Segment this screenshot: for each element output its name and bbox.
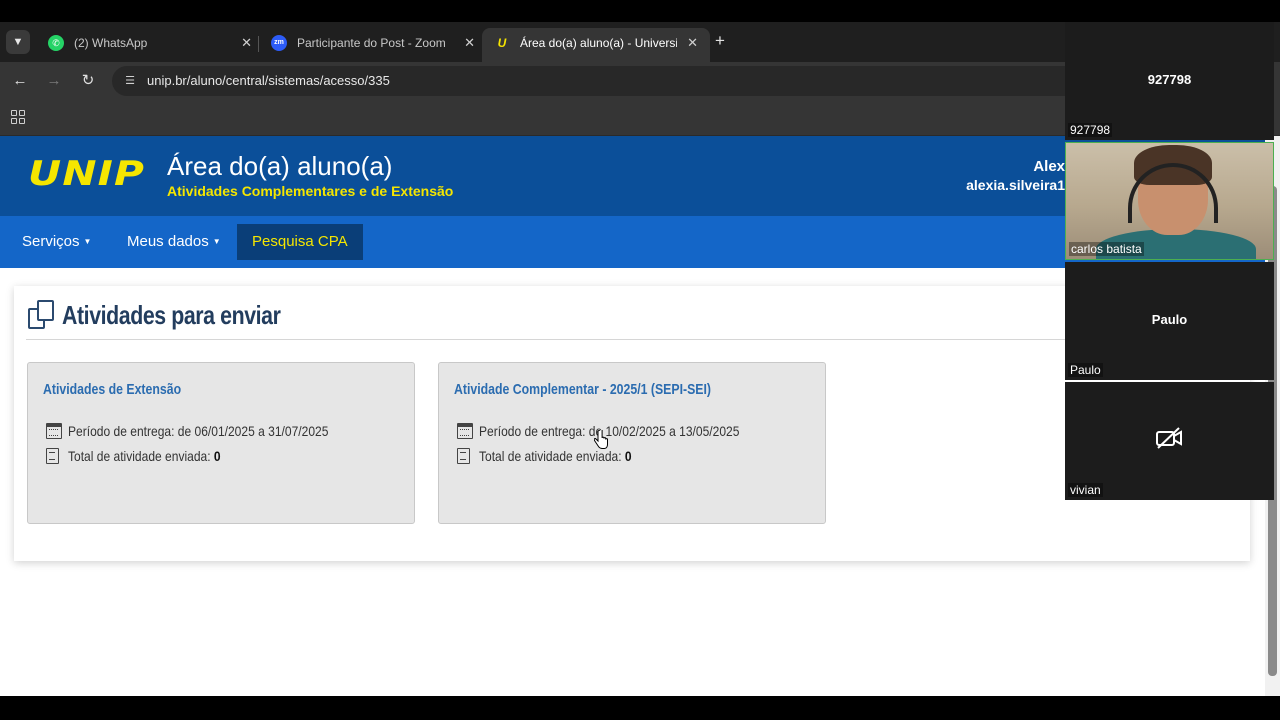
participant-center-label: Paulo <box>1151 312 1188 327</box>
reload-icon[interactable]: ↻ <box>77 70 99 92</box>
total-sent: Total de atividade enviada: 0 <box>46 448 221 466</box>
calendar-icon <box>457 423 473 439</box>
delivery-period: Período de entrega: de 06/01/2025 a 31/0… <box>46 423 328 441</box>
tab-title: Participante do Post - Zoom <box>297 36 446 50</box>
zoom-participant-tile[interactable]: Paulo Paulo <box>1065 262 1274 380</box>
tab-search-chevron-icon[interactable]: ▼ <box>6 30 30 54</box>
total-value: 0 <box>624 448 632 464</box>
nav-label: Meus dados <box>127 233 209 250</box>
activity-card-complementar[interactable]: Atividade Complementar - 2025/1 (SEPI-SE… <box>438 362 826 524</box>
calendar-icon <box>46 423 62 439</box>
page-subtitle: Atividades Complementares e de Extensão <box>167 183 454 199</box>
new-tab-plus-icon[interactable]: + <box>710 30 730 54</box>
tab-whatsapp[interactable]: ✆ (2) WhatsApp ✕ <box>36 28 264 62</box>
document-icon <box>457 448 470 464</box>
unip-logo[interactable]: UNIP <box>28 154 145 194</box>
close-icon[interactable]: ✕ <box>464 28 475 58</box>
nav-label: Serviços <box>22 233 80 250</box>
screen: ▼ ✆ (2) WhatsApp ✕ zm Participante do Po… <box>0 0 1280 720</box>
page-title: Área do(a) aluno(a) <box>167 151 393 181</box>
copy-files-icon <box>26 300 58 330</box>
card-title[interactable]: Atividades de Extensão <box>43 381 181 398</box>
forward-arrow-icon[interactable]: → <box>43 70 65 92</box>
camera-off-icon <box>1156 427 1182 449</box>
total-sent: Total de atividade enviada: 0 <box>457 448 632 466</box>
total-label: Total de atividade enviada: <box>68 448 211 464</box>
address-bar[interactable]: ☰ unip.br/aluno/central/sistemas/acesso/… <box>112 66 1112 96</box>
tab-zoom[interactable]: zm Participante do Post - Zoom ✕ <box>259 28 487 62</box>
delivery-period: Período de entrega: de 10/02/2025 a 13/0… <box>457 423 739 441</box>
user-email: alexia.silveira1 <box>966 177 1065 193</box>
user-name: Alex <box>1033 158 1065 175</box>
zoom-participant-tile[interactable]: 927798 927798 <box>1065 22 1274 140</box>
tab-title: (2) WhatsApp <box>74 36 148 50</box>
card-title[interactable]: Atividade Complementar - 2025/1 (SEPI-SE… <box>454 381 711 398</box>
participant-name: 927798 <box>1068 123 1113 137</box>
participant-name: carlos batista <box>1069 242 1144 256</box>
tab-title: Área do(a) aluno(a) - Universid <box>520 36 677 50</box>
unip-icon: U <box>497 36 507 50</box>
divider <box>26 339 1236 340</box>
url-text: unip.br/aluno/central/sistemas/acesso/33… <box>147 73 390 88</box>
total-value: 0 <box>213 448 221 464</box>
hand-cursor-icon <box>594 430 608 449</box>
site-info-icon[interactable]: ☰ <box>122 73 138 89</box>
zoom-icon: zm <box>271 35 287 51</box>
total-text: Total de atividade enviada: 0 <box>479 448 632 464</box>
caret-down-icon: ▼ <box>212 237 221 246</box>
nav-servicos[interactable]: Serviços ▼ <box>22 216 91 268</box>
period-text: Período de entrega: de 06/01/2025 a 31/0… <box>68 423 329 439</box>
tab-unip-active[interactable]: U Área do(a) aluno(a) - Universid ✕ <box>482 28 710 62</box>
participant-name: vivian <box>1068 483 1103 497</box>
whatsapp-icon: ✆ <box>48 35 64 51</box>
apps-grid-icon[interactable] <box>11 110 27 126</box>
caret-down-icon: ▼ <box>83 237 92 246</box>
zoom-participant-video-tile[interactable]: carlos batista <box>1065 142 1274 260</box>
participant-name: Paulo <box>1068 363 1103 377</box>
back-arrow-icon[interactable]: ← <box>9 70 31 92</box>
close-icon[interactable]: ✕ <box>687 28 698 58</box>
participant-center-label: 927798 <box>1147 72 1192 87</box>
document-icon <box>46 448 59 464</box>
period-text: Período de entrega: de 10/02/2025 a 13/0… <box>479 423 740 439</box>
close-icon[interactable]: ✕ <box>241 28 252 58</box>
activity-card-extensao[interactable]: Atividades de Extensão Período de entreg… <box>27 362 415 524</box>
nav-pesquisa-cpa[interactable]: Pesquisa CPA <box>237 224 363 260</box>
total-text: Total de atividade enviada: 0 <box>68 448 221 464</box>
total-label: Total de atividade enviada: <box>479 448 622 464</box>
zoom-participant-tile[interactable]: vivian <box>1065 382 1274 500</box>
panel-heading-text: Atividades para enviar <box>62 300 281 330</box>
nav-meus-dados[interactable]: Meus dados ▼ <box>127 216 221 268</box>
